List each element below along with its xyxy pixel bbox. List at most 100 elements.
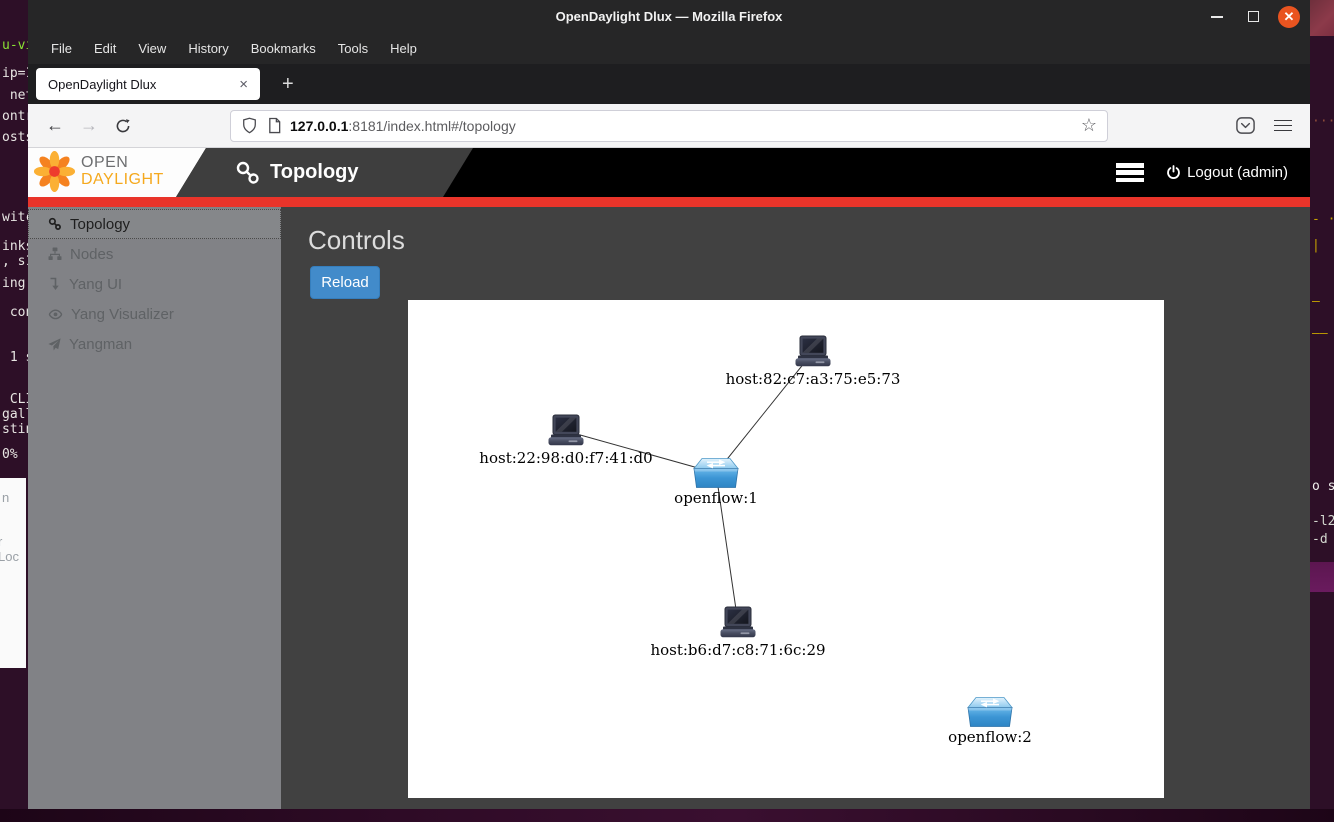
reload-icon xyxy=(116,118,130,132)
navigation-toolbar: ← → 127.0.0.1:8181/index.html#/topology … xyxy=(28,104,1310,148)
level-down-icon xyxy=(48,277,61,291)
url-host: 127.0.0.1 xyxy=(290,117,349,134)
terminal-text: -d xyxy=(1312,532,1328,547)
menu-view[interactable]: View xyxy=(127,37,177,60)
topology-node-label: openflow:1 xyxy=(674,489,758,507)
back-button[interactable]: ← xyxy=(38,111,72,141)
background-corner xyxy=(1310,0,1334,36)
menu-bar: File Edit View History Bookmarks Tools Help xyxy=(28,33,1310,64)
topology-node-label: openflow:2 xyxy=(948,728,1032,746)
tab-opendaylight-dlux[interactable]: OpenDaylight Dlux × xyxy=(36,68,260,100)
sidebar-item-yangman[interactable]: Yangman xyxy=(28,329,281,359)
terminal-text: -l2 xyxy=(1312,514,1334,529)
app-nav-menu-icon[interactable] xyxy=(1116,163,1145,182)
background-dialog-fragment: n r Loc xyxy=(0,478,26,668)
terminal-text: , s1 xyxy=(2,254,28,269)
terminal-text: ontr xyxy=(2,109,28,124)
terminal-text: — xyxy=(1312,294,1320,309)
menu-edit[interactable]: Edit xyxy=(83,37,127,60)
terminal-text: | xyxy=(1312,238,1320,253)
close-button[interactable]: ✕ xyxy=(1278,5,1300,28)
terminal-text: gall xyxy=(2,407,28,422)
maximize-button[interactable] xyxy=(1242,6,1264,28)
terminal-text: ing xyxy=(2,276,26,291)
background-dialog-text: r Loc xyxy=(0,534,19,564)
sidebar-item-label: Yang UI xyxy=(69,275,123,293)
new-tab-button[interactable]: + xyxy=(274,73,302,96)
switch-icon xyxy=(967,696,1013,727)
background-dialog-text: n xyxy=(2,490,10,505)
laptop-icon xyxy=(795,335,831,367)
sidebar-item-yang-visualizer[interactable]: Yang Visualizer xyxy=(28,299,281,329)
terminal-text: 1 s xyxy=(9,350,28,365)
logo-text-daylight: DAYLIGHT xyxy=(81,170,164,188)
sidebar-item-label: Yang Visualizer xyxy=(71,305,174,323)
terminal-text: u-vi xyxy=(2,38,28,53)
url-path: :8181/index.html#/topology xyxy=(348,117,516,134)
eye-icon xyxy=(48,308,63,321)
terminal-text: net xyxy=(9,88,28,103)
menu-bookmarks[interactable]: Bookmarks xyxy=(240,37,327,60)
laptop-icon xyxy=(720,606,756,638)
terminal-text: ip=1 xyxy=(2,66,28,81)
power-icon xyxy=(1167,165,1180,179)
window-titlebar[interactable]: OpenDaylight Dlux — Mozilla Firefox ✕ xyxy=(28,0,1310,33)
menu-history[interactable]: History xyxy=(177,37,239,60)
sidebar-item-topology[interactable]: Topology xyxy=(28,209,281,239)
sidebar-item-label: Yangman xyxy=(69,335,133,353)
background-terminal-right: ···- ·|———o sh-l2-d xyxy=(1310,0,1334,822)
terminal-text: 0% xyxy=(2,447,18,462)
topology-node-host[interactable] xyxy=(792,335,834,374)
tab-bar: OpenDaylight Dlux × + xyxy=(28,64,1310,104)
terminal-text: stin xyxy=(2,422,28,437)
opendaylight-flower-icon xyxy=(34,151,75,192)
sidebar-item-label: Nodes xyxy=(70,245,114,263)
page-info-icon[interactable] xyxy=(267,117,282,134)
url-text[interactable]: 127.0.0.1:8181/index.html#/topology xyxy=(290,118,1081,134)
logout-button[interactable]: Logout (admin) xyxy=(1166,164,1288,181)
shield-icon[interactable] xyxy=(241,116,258,135)
topology-banner-icon xyxy=(236,161,259,184)
bookmark-star-icon[interactable]: ☆ xyxy=(1081,115,1097,136)
topology-node-host[interactable] xyxy=(717,606,759,645)
paper-plane-icon xyxy=(48,337,61,351)
tab-close-icon[interactable]: × xyxy=(235,76,252,93)
sidebar: Topology Nodes Yang UI Yang Visualizer Yangm… xyxy=(28,207,281,809)
page-title: Topology xyxy=(270,161,359,183)
terminal-text: osts xyxy=(2,130,28,145)
topology-node-host[interactable] xyxy=(545,414,587,453)
menu-file[interactable]: File xyxy=(40,37,83,60)
browser-window: OpenDaylight Dlux — Mozilla Firefox ✕ Fi… xyxy=(28,0,1310,809)
sidebar-item-yang-ui[interactable]: Yang UI xyxy=(28,269,281,299)
topology-node-label: host:82:c7:a3:75:e5:73 xyxy=(725,370,901,388)
url-bar[interactable]: 127.0.0.1:8181/index.html#/topology ☆ xyxy=(230,109,1108,142)
menu-tools[interactable]: Tools xyxy=(327,37,379,60)
menu-help[interactable]: Help xyxy=(379,37,428,60)
pocket-icon[interactable] xyxy=(1235,115,1256,136)
desktop: u-viip=1 netontrostswitcinks, s1ing con … xyxy=(0,0,1334,822)
app-content: Topology Nodes Yang UI Yang Visualizer Yangm… xyxy=(28,207,1310,809)
terminal-text: o sh xyxy=(1312,479,1334,494)
topology-icon xyxy=(48,217,62,231)
sidebar-item-nodes[interactable]: Nodes xyxy=(28,239,281,269)
topology-node-label: host:22:98:d0:f7:41:d0 xyxy=(479,449,653,467)
app-menu-icon[interactable] xyxy=(1274,119,1292,132)
reload-button[interactable] xyxy=(106,111,140,141)
background-terminal-left: u-viip=1 netontrostswitcinks, s1ing con … xyxy=(0,0,28,822)
nodes-icon xyxy=(48,247,62,261)
minimize-button[interactable] xyxy=(1206,6,1228,28)
topology-canvas[interactable]: host:82:c7:a3:75:e5:73 host:22:98:d0:f7:… xyxy=(408,300,1164,798)
controls-heading: Controls xyxy=(308,225,405,255)
terminal-text: con xyxy=(9,305,28,320)
opendaylight-logo: OPEN DAYLIGHT xyxy=(34,151,164,192)
terminal-text: witc xyxy=(2,210,28,225)
logo-text-open: OPEN xyxy=(81,154,129,172)
tab-title: OpenDaylight Dlux xyxy=(48,76,157,92)
app-header: OPEN DAYLIGHT Topology Logout (admin) xyxy=(28,148,1310,197)
window-title: OpenDaylight Dlux — Mozilla Firefox xyxy=(555,9,783,24)
topology-node-label: host:b6:d7:c8:71:6c:29 xyxy=(650,641,826,659)
terminal-text: CLI xyxy=(9,392,28,407)
reload-topology-button[interactable]: Reload xyxy=(310,266,380,299)
background-terminal-highlight xyxy=(1310,562,1334,592)
background-desktop-bottom xyxy=(0,809,1334,822)
